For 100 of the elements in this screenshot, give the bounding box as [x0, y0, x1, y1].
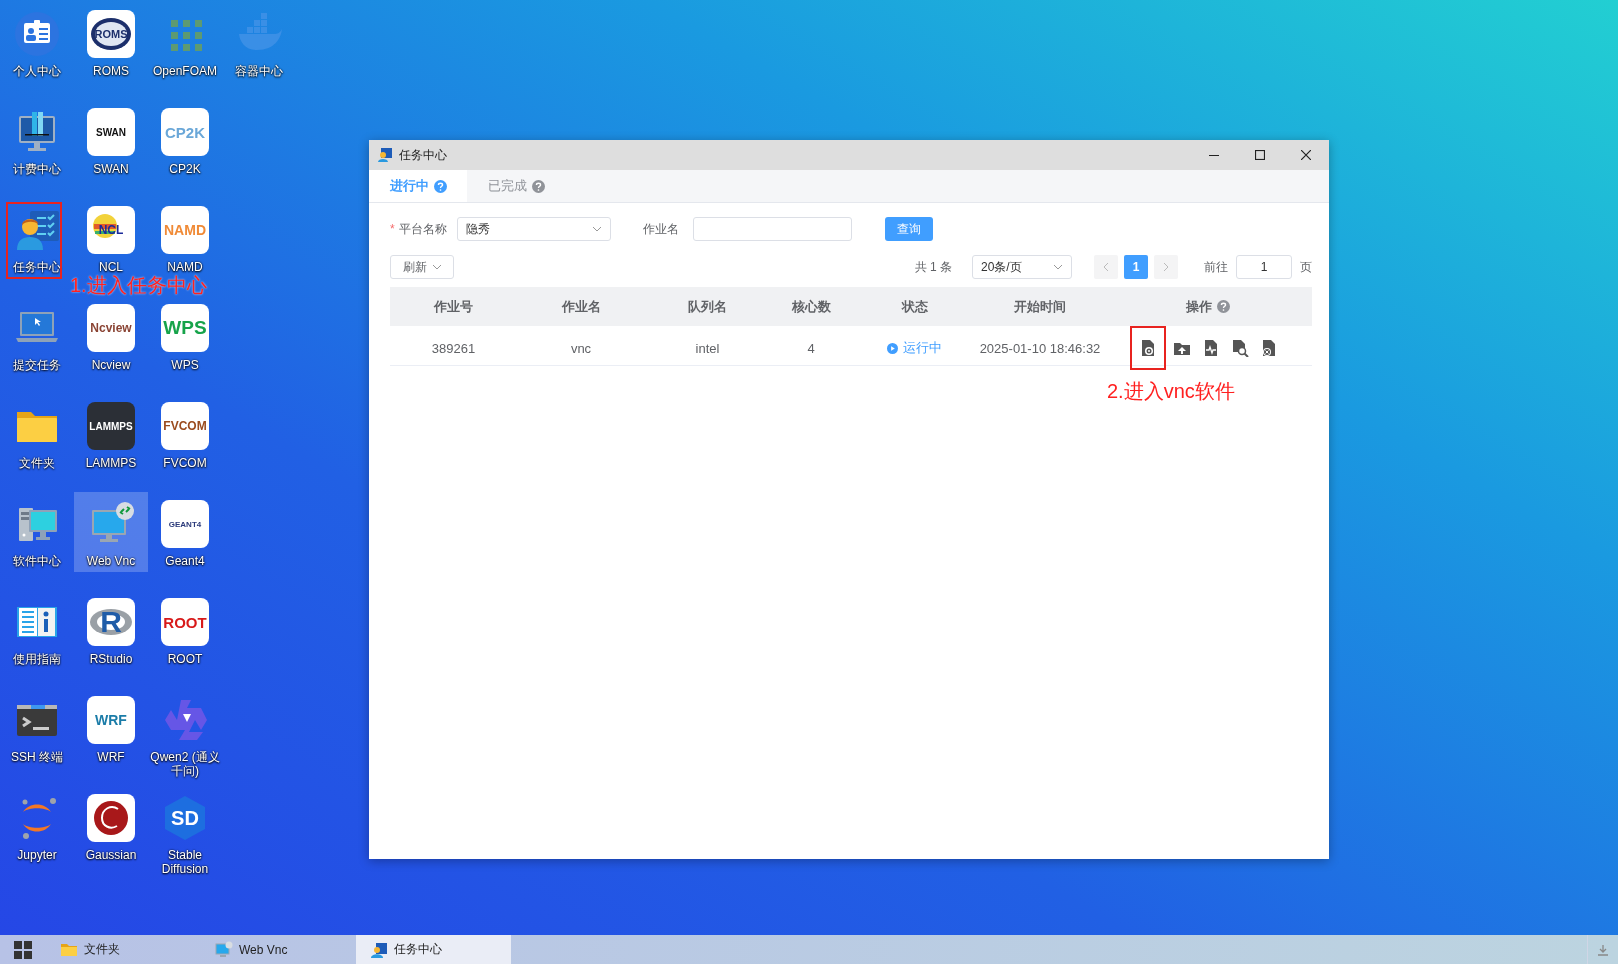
taskbar-label: Web Vnc [239, 942, 288, 957]
status-text: 运行中 [903, 339, 942, 357]
goto-label: 前往 [1204, 258, 1228, 276]
caret-icon [591, 226, 602, 232]
desktop-shortcut[interactable]: 使用指南 [0, 590, 74, 670]
desktop-shortcut[interactable]: Web Vnc [74, 492, 148, 572]
desktop-shortcut[interactable]: LAMMPS LAMMPS [74, 394, 148, 474]
column-header: 作业号 [434, 297, 473, 316]
desktop-shortcut[interactable]: GEANT4 Geant4 [148, 492, 222, 572]
app-icon [377, 147, 393, 163]
shortcut-label: 任务中心 [12, 260, 62, 274]
desktop-shortcut[interactable]: Gaussian [74, 786, 148, 866]
annotation-text: 2.进入vnc软件 [1107, 379, 1235, 404]
shortcut-label: Jupyter [16, 848, 58, 862]
file-gear-icon [1139, 339, 1157, 357]
column-header: 开始时间 [1014, 297, 1066, 316]
refresh-button[interactable]: 刷新 [390, 255, 454, 279]
table-cell: intel [695, 340, 720, 356]
logo-text: WPS [163, 317, 207, 339]
desktop-shortcut[interactable]: WPS WPS [148, 296, 222, 376]
caret-icon [1053, 264, 1063, 270]
desktop-shortcut[interactable]: 容器中心 [222, 2, 296, 82]
desktop-shortcut[interactable]: 个人中心 [0, 2, 74, 82]
desktop-shortcut[interactable]: CP2K CP2K [148, 100, 222, 180]
logo-text: ROMS [94, 28, 128, 40]
shortcut-label: OpenFOAM [152, 64, 218, 78]
shortcut-label: Stable Diffusion [160, 848, 210, 876]
desktop-shortcut[interactable]: FVCOM FVCOM [148, 394, 222, 474]
column-header: 核心数 [791, 297, 831, 316]
total-count: 共 1 条 [914, 258, 952, 276]
job-name-field[interactable] [692, 217, 852, 241]
field-label: 平台名称 [398, 220, 447, 238]
shortcut-label: 文件夹 [18, 456, 56, 470]
logo-text: NCL [98, 223, 124, 237]
shortcut-label: 个人中心 [12, 64, 62, 78]
column-header: 作业名 [561, 297, 601, 316]
taskbar-label: 任务中心 [394, 941, 442, 958]
shortcut-label: 软件中心 [12, 554, 62, 568]
desktop-shortcut[interactable]: SSH 终端 [0, 688, 74, 768]
grid-icon [14, 940, 32, 959]
page-suffix: 页 [1300, 258, 1312, 276]
file-search-icon [1231, 339, 1249, 357]
shortcut-label: Web Vnc [85, 554, 137, 568]
select-value: 隐秀 [465, 220, 490, 238]
taskbar-item[interactable]: 文件夹 [46, 935, 201, 964]
caret-icon [431, 264, 442, 270]
table-cell: 2025-01-10 18:46:32 [979, 340, 1101, 356]
shortcut-label: WRF [96, 750, 126, 764]
desktop-shortcut[interactable]: SWAN SWAN [74, 100, 148, 180]
column-header: 队列名 [688, 297, 727, 316]
taskbar-item[interactable]: 任务中心 [356, 935, 511, 964]
download-icon [1597, 943, 1609, 956]
action-button[interactable] [1130, 326, 1166, 370]
shortcut-label: RStudio [88, 652, 134, 666]
desktop-shortcut[interactable]: R RStudio [74, 590, 148, 670]
desktop-shortcut[interactable]: Qwen2 (通义千问) [148, 688, 222, 782]
desktop-shortcut[interactable]: ROOT ROOT [148, 590, 222, 670]
ring-logo-icon [88, 606, 134, 638]
taskbar-item[interactable]: Web Vnc [201, 935, 356, 964]
desktop-shortcut[interactable]: WRF WRF [74, 688, 148, 768]
desktop-shortcut[interactable]: ROMS ROMS [74, 2, 148, 82]
file-chart-icon [1202, 339, 1220, 357]
shortcut-label: LAMMPS [84, 456, 138, 470]
id-card-icon [13, 10, 61, 58]
desktop-shortcut[interactable]: 计费中心 [0, 100, 74, 180]
shortcut-label: Qwen2 (通义千问) [149, 750, 221, 778]
logo-text: CP2K [165, 123, 205, 141]
logo-text: LAMMPS [89, 420, 133, 432]
close-icon [1301, 150, 1311, 160]
desktop-shortcut[interactable]: 提交任务 [0, 296, 74, 376]
shortcut-label: Ncview [90, 358, 132, 372]
column-header: 状态 [901, 297, 928, 316]
field-label: 作业名 [642, 220, 679, 238]
logo-text: WRF [95, 712, 127, 728]
logo-text: R [100, 605, 122, 639]
platform-select[interactable]: 隐秀 [456, 217, 611, 241]
logo-text: NAMD [164, 222, 206, 238]
shortcut-label: 容器中心 [234, 64, 284, 78]
shortcut-label: 提交任务 [12, 358, 62, 372]
shortcut-label: Gaussian [84, 848, 138, 862]
shortcut-label: SWAN [92, 162, 130, 176]
page-number-field[interactable]: 1 [1236, 255, 1292, 279]
desktop-shortcut[interactable]: OpenFOAM [148, 2, 222, 82]
desktop-shortcut[interactable]: 文件夹 [0, 394, 74, 474]
window-title: 任务中心 [399, 146, 448, 164]
page-size-select[interactable]: 20条/页 [972, 255, 1072, 279]
desktop-shortcut[interactable]: Ncview Ncview [74, 296, 148, 376]
tab-label: 已完成 [487, 177, 527, 195]
shortcut-label: NCL [98, 260, 124, 274]
shortcut-label: SSH 终端 [10, 750, 64, 764]
taskbar-label: 文件夹 [84, 941, 120, 958]
shortcut-label: 使用指南 [12, 652, 62, 666]
desktop-shortcut[interactable]: 软件中心 [0, 492, 74, 572]
shortcut-label: WPS [170, 358, 200, 372]
file-delete-icon [1260, 339, 1278, 357]
desktop-shortcut[interactable]: Jupyter [0, 786, 74, 866]
shortcut-label: 计费中心 [12, 162, 62, 176]
desktop-shortcut[interactable]: SD Stable Diffusion [148, 786, 222, 880]
logo-text: Ncview [90, 321, 132, 335]
shortcut-label: ROOT [166, 652, 204, 666]
